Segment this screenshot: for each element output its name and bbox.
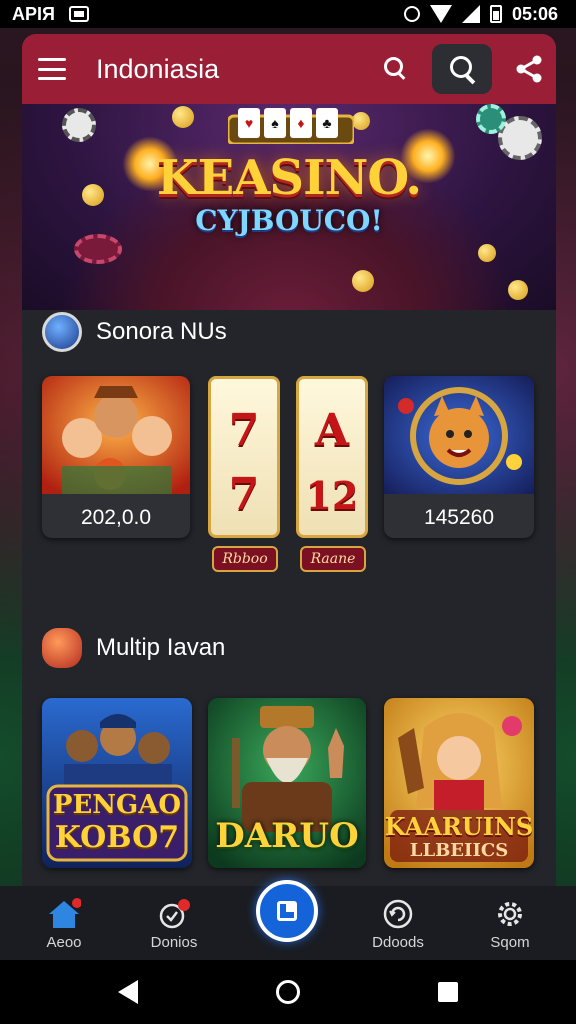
app-header: Indoniasia — [22, 34, 556, 104]
poker-chip-icon — [476, 104, 506, 134]
reel-symbol: 12 — [305, 473, 359, 518]
game-tile[interactable]: 145260 — [384, 376, 534, 538]
app-panel: Indoniasia ♥ ♠ ♦ ♣ KEASINO. CYJBOUCO! So… — [22, 34, 556, 886]
slot-reel[interactable]: 7 7 — [208, 376, 280, 538]
status-bar: APIЯ 05:06 — [0, 0, 576, 28]
signal-icon — [461, 5, 480, 23]
game-caption: LLBEIICS — [409, 840, 509, 861]
nav-item-home[interactable]: Aeoo — [14, 886, 114, 960]
nav-label: Donios — [150, 934, 198, 951]
coin-icon — [172, 106, 194, 128]
game-row: 202,0.0 7 7 Rbboo A 12 Raane 145260 — [22, 376, 556, 586]
alarm-icon — [403, 6, 420, 22]
game-tile[interactable]: 202,0.0 — [42, 376, 190, 538]
section-header: Multip Iavan — [22, 626, 556, 670]
hero-title: KEASINO. — [156, 150, 422, 206]
playing-cards-icon: ♥ ♠ ♦ ♣ — [228, 108, 354, 144]
search-icon[interactable] — [380, 54, 410, 84]
slot-reel[interactable]: A 12 — [296, 376, 368, 538]
reel-symbol: 7 — [228, 405, 260, 456]
page-title: Indoniasia — [96, 53, 220, 84]
back-icon[interactable] — [118, 980, 138, 1004]
nav-label: Ddoods — [372, 934, 424, 951]
nav-item-ddoods[interactable]: Ddoods — [348, 886, 448, 960]
recent-apps-icon[interactable] — [438, 982, 458, 1002]
settings-icon — [498, 902, 522, 926]
game-tile[interactable]: PENGAO KOBO7 — [42, 698, 192, 868]
game-artwork — [42, 376, 190, 494]
wifi-icon — [429, 5, 452, 23]
center-action-icon — [277, 901, 297, 921]
reel-symbol: A — [314, 405, 350, 456]
chip-badge-icon — [42, 312, 82, 352]
status-time: 05:06 — [511, 3, 558, 24]
game-caption: KOBO7 — [54, 820, 180, 855]
battery-icon — [489, 5, 502, 23]
hero-banner[interactable]: ♥ ♠ ♦ ♣ KEASINO. CYJBOUCO! — [22, 104, 556, 310]
center-action-button[interactable] — [256, 880, 318, 942]
status-left-text: APIЯ — [12, 3, 55, 24]
refresh-icon — [383, 899, 413, 929]
reel-tag: Rbboo — [212, 546, 278, 572]
reel-symbol: 7 — [228, 469, 260, 520]
share-icon[interactable] — [514, 54, 544, 84]
section-header: Sonora NUs — [22, 310, 556, 354]
game-caption: KAARUINS — [384, 812, 534, 841]
svg-text:♠: ♠ — [271, 115, 279, 131]
nav-label: Aeoo — [46, 934, 82, 951]
home-icon — [49, 898, 81, 928]
game-caption: PENGAO — [52, 790, 182, 820]
svg-text:♦: ♦ — [297, 115, 304, 131]
game-caption: DARUO — [215, 816, 359, 856]
game-value: 202,0.0 — [80, 506, 152, 529]
game-tile[interactable]: KAARUINS LLBEIICS — [384, 698, 534, 868]
poker-chip-icon — [74, 234, 122, 264]
hero-subtitle: CYJBOUCO! — [195, 204, 383, 237]
menu-icon[interactable] — [38, 58, 66, 80]
coin-icon — [508, 280, 528, 300]
poker-chip-icon — [62, 108, 96, 142]
svg-text:♥: ♥ — [245, 115, 253, 131]
nav-item-donios[interactable]: Donios — [124, 886, 224, 960]
svg-text:♣: ♣ — [322, 115, 331, 131]
nav-item-settings[interactable]: Sqom — [460, 886, 560, 960]
reel-tag: Raane — [300, 546, 366, 572]
game-value: 145260 — [423, 506, 495, 529]
system-navigation-bar — [0, 960, 576, 1024]
search-button[interactable] — [432, 44, 492, 94]
nav-label: Sqom — [490, 934, 530, 951]
home-circle-icon[interactable] — [276, 980, 300, 1004]
notification-icon — [68, 6, 89, 22]
coin-icon — [352, 112, 370, 130]
chat-notification-icon — [159, 899, 190, 929]
section-title: Sonora NUs — [96, 318, 227, 345]
coin-icon — [478, 244, 496, 262]
coin-icon — [352, 270, 374, 292]
game-artwork — [384, 376, 534, 494]
section-title: Multip Iavan — [96, 634, 226, 661]
game-tile[interactable]: DARUO — [208, 698, 366, 868]
game-row: PENGAO KOBO7 DARUO KAARUINS LLBEIICS — [22, 698, 556, 886]
dice-badge-icon — [42, 628, 82, 668]
